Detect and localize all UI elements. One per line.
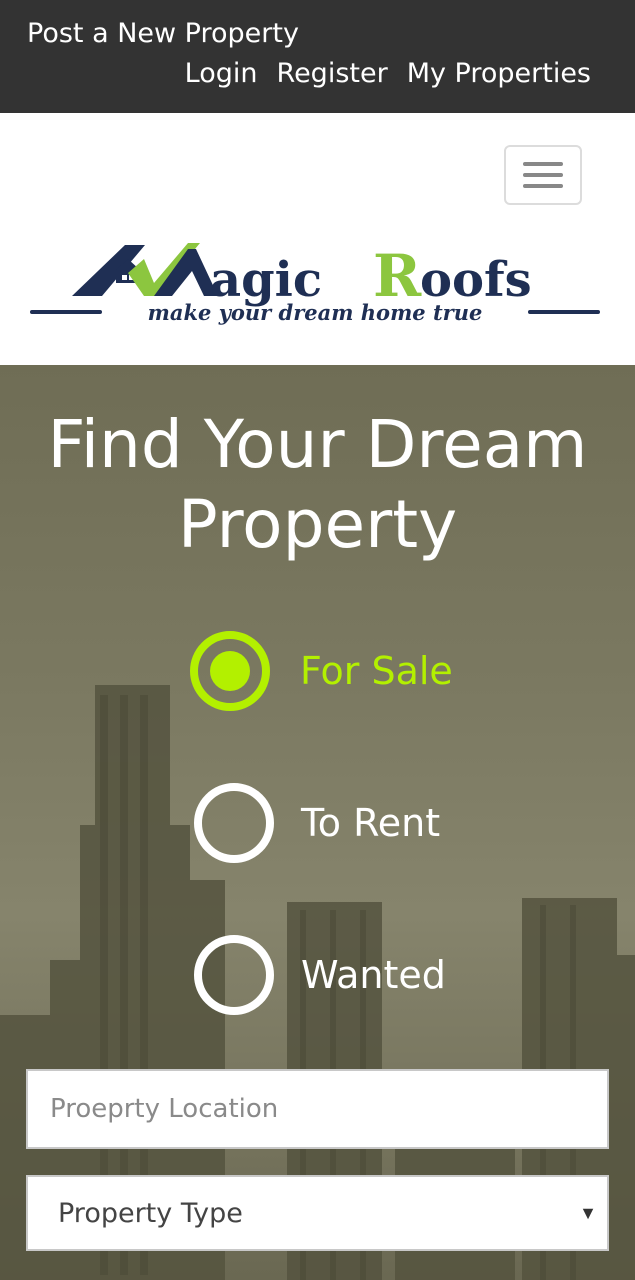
- account-nav: Login Register My Properties: [185, 58, 591, 89]
- radio-for-sale[interactable]: [190, 631, 270, 711]
- caret-down-icon: ▼: [579, 1203, 597, 1223]
- for-sale-label[interactable]: For Sale: [300, 649, 453, 693]
- to-rent-label[interactable]: To Rent: [301, 801, 440, 845]
- hamburger-icon: [523, 162, 563, 166]
- magic-roofs-logo[interactable]: agic R oofs make your dream home true: [28, 239, 602, 329]
- radio-to-rent[interactable]: [194, 783, 274, 863]
- listing-type-to-rent[interactable]: To Rent: [190, 783, 440, 863]
- top-bar: Post a New Property Login Register My Pr…: [0, 0, 635, 113]
- wanted-label[interactable]: Wanted: [301, 953, 446, 997]
- post-property-link[interactable]: Post a New Property: [27, 18, 299, 49]
- site-header: agic R oofs make your dream home true: [0, 113, 635, 365]
- register-link[interactable]: Register: [277, 58, 388, 89]
- property-location-input[interactable]: [28, 1071, 607, 1147]
- menu-toggle-button[interactable]: [504, 145, 582, 205]
- my-properties-link[interactable]: My Properties: [407, 58, 591, 89]
- property-type-value: Property Type: [58, 1197, 243, 1229]
- hero-search: Find Your Dream Property For Sale To Ren…: [0, 365, 635, 1280]
- listing-type-wanted[interactable]: Wanted: [190, 935, 446, 1015]
- logo-tagline: make your dream home true: [148, 300, 483, 325]
- login-link[interactable]: Login: [185, 58, 258, 89]
- listing-type-for-sale[interactable]: For Sale: [190, 631, 453, 711]
- property-type-select[interactable]: Property Type ▼: [26, 1175, 609, 1251]
- hero-title: Find Your Dream Property: [47, 406, 588, 563]
- radio-wanted[interactable]: [194, 935, 274, 1015]
- location-field: [26, 1069, 609, 1149]
